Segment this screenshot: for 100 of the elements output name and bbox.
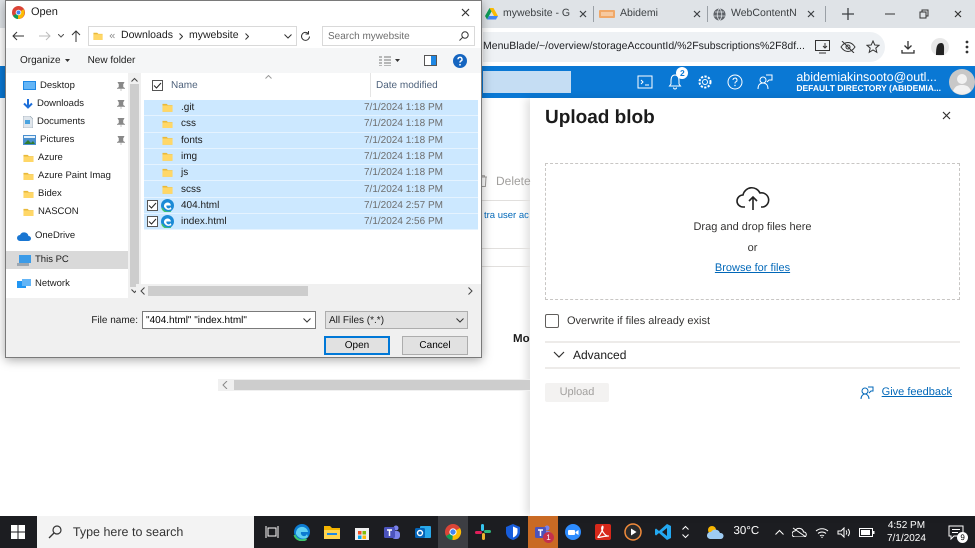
scroll-left-icon[interactable] [140, 287, 145, 295]
install-icon[interactable] [814, 40, 830, 54]
nav-item[interactable]: NASCON [6, 203, 128, 221]
column-header[interactable]: Date modified [376, 78, 438, 92]
task-view-icon[interactable] [264, 526, 279, 538]
dropdown-caret-icon[interactable] [303, 318, 312, 323]
nav-item[interactable]: OneDrive [6, 227, 128, 245]
feedback-icon[interactable] [860, 386, 874, 400]
account-link[interactable]: tra user ac [484, 210, 529, 222]
vertical-scrollbar[interactable] [128, 73, 141, 298]
file-row[interactable]: 404.html 7/1/2024 2:57 PM [144, 198, 478, 214]
nav-item[interactable]: Azure Paint Imag [6, 167, 128, 185]
cloud-shell-icon[interactable] [637, 74, 654, 90]
file-row[interactable]: css 7/1/2024 1:18 PM [144, 116, 478, 133]
file-name-field[interactable]: "404.html" "index.html" [142, 311, 316, 329]
dropdown-caret-icon[interactable] [284, 34, 292, 38]
horizontal-scrollbar[interactable] [136, 284, 481, 298]
new-tab-icon[interactable] [842, 8, 854, 20]
close-icon[interactable] [692, 9, 702, 19]
dropdown-caret-icon [456, 318, 464, 322]
nav-item[interactable]: Downloads [6, 95, 128, 113]
help-icon[interactable] [453, 54, 467, 68]
nav-item[interactable]: Documents [6, 113, 128, 131]
breadcrumb-chevron-icon[interactable] [178, 32, 183, 40]
close-icon[interactable] [953, 9, 963, 19]
search-field[interactable] [483, 71, 572, 93]
notifications-icon[interactable] [667, 74, 684, 90]
file-row[interactable]: scss 7/1/2024 1:18 PM [144, 181, 478, 198]
select-all-checkbox[interactable] [152, 80, 163, 90]
browse-files-link[interactable]: Browse for files [714, 260, 790, 277]
breadcrumb-item[interactable]: mywebsite [188, 28, 239, 44]
column-header[interactable]: Name [171, 78, 198, 92]
breadcrumb-chevron-icon[interactable] [244, 32, 249, 40]
refresh-icon[interactable] [300, 30, 311, 42]
close-icon[interactable] [578, 9, 588, 19]
section-header[interactable]: Advanced [573, 346, 626, 364]
browser-tab[interactable]: mywebsite - G [480, 0, 593, 28]
address-field[interactable]: Downloads mywebsite [88, 26, 297, 46]
restore-icon[interactable] [919, 9, 929, 19]
search-field[interactable]: Type here to search [36, 516, 254, 548]
close-icon[interactable] [941, 110, 952, 121]
start-icon[interactable] [11, 525, 26, 539]
file-row[interactable]: js 7/1/2024 1:18 PM [144, 165, 478, 182]
file-row[interactable]: img 7/1/2024 1:18 PM [144, 148, 478, 166]
nav-item[interactable]: Pictures [6, 131, 128, 149]
up-icon[interactable] [71, 30, 81, 42]
dialog-button[interactable]: Cancel [402, 336, 468, 355]
star-icon[interactable] [866, 40, 880, 54]
more-menu-icon[interactable] [965, 40, 969, 54]
volume-icon[interactable] [837, 526, 852, 538]
weather-temperature[interactable]: 30°C [733, 523, 760, 541]
checkbox[interactable] [545, 314, 559, 328]
preview-pane-icon[interactable] [424, 55, 437, 66]
download-icon[interactable] [901, 40, 915, 54]
eye-slash-icon[interactable] [840, 41, 856, 53]
account-email[interactable]: abidemiakinsooto@outl... [796, 70, 941, 84]
back-icon[interactable] [12, 31, 24, 41]
nav-item[interactable]: Azure [6, 149, 128, 167]
help-icon[interactable] [727, 74, 744, 90]
view-button[interactable] [379, 56, 400, 66]
browser-tab[interactable]: WebContentN [708, 0, 821, 28]
file-row[interactable]: index.html 7/1/2024 2:56 PM [144, 214, 478, 230]
breadcrumb-item[interactable]: Downloads [121, 28, 173, 44]
search-field[interactable]: Search mywebsite [322, 26, 475, 46]
nav-item[interactable]: Network [6, 275, 128, 293]
drop-zone[interactable]: Drag and drop files here or Browse for files [545, 162, 960, 300]
feedback-link[interactable]: Give feedback [882, 384, 952, 401]
cloud-offline-icon[interactable] [792, 527, 808, 537]
clock-date[interactable]: 7/1/2024 [883, 532, 930, 545]
scroll-right-icon[interactable] [468, 287, 473, 295]
browser-tab[interactable]: Abidemi [594, 0, 707, 28]
organize-button[interactable]: Organize [20, 53, 70, 68]
chevron-icon[interactable] [553, 351, 565, 359]
close-icon[interactable] [806, 9, 816, 19]
horizontal-scrollbar[interactable] [218, 378, 530, 391]
battery-icon[interactable] [859, 528, 876, 536]
file-checkbox[interactable] [147, 216, 158, 228]
file-row[interactable]: fonts 7/1/2024 1:18 PM [144, 132, 478, 149]
file-row[interactable]: .git 7/1/2024 1:18 PM [144, 100, 478, 116]
recent-locations-icon[interactable] [58, 34, 64, 38]
clock-time[interactable]: 4:52 PM [883, 519, 930, 532]
scroll-up-icon[interactable] [131, 77, 138, 82]
settings-icon[interactable] [697, 74, 714, 90]
show-hidden-icons-icon[interactable] [775, 529, 784, 535]
nav-item[interactable]: Bidex [6, 185, 128, 203]
close-icon[interactable] [460, 7, 471, 18]
nav-item[interactable]: This PC [6, 251, 128, 269]
account-avatar-icon[interactable] [949, 69, 975, 95]
nav-item[interactable]: Desktop [6, 77, 128, 95]
address-bar[interactable]: MenuBlade/~/overview/storageAccountId/%2Fsubscriptions%2F8df... [483, 32, 885, 62]
dialog-button[interactable]: Open [324, 336, 390, 355]
notification-center-button[interactable]: 9 [946, 521, 968, 543]
wifi-icon[interactable] [815, 526, 830, 538]
cloud-sun-icon[interactable] [705, 525, 726, 539]
file-type-dropdown[interactable]: All Files (*.*) [325, 311, 468, 329]
taskbar-button[interactable]: 1 [528, 516, 558, 548]
profile-avatar-icon[interactable] [931, 38, 949, 56]
taskbar-button[interactable] [438, 516, 468, 548]
file-checkbox[interactable] [147, 200, 158, 211]
new-folder-button[interactable]: New folder [88, 53, 136, 68]
